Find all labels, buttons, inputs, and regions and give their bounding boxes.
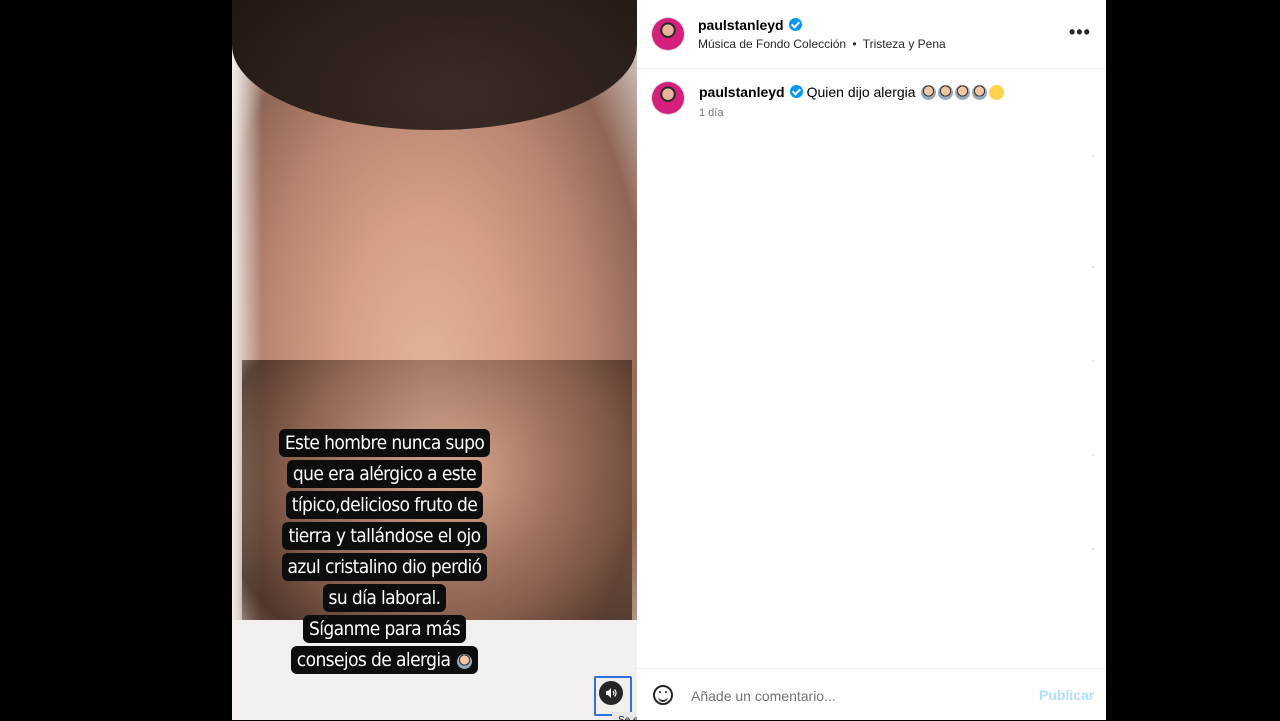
audio-info: Música de Fondo Colección • Tristeza y P… <box>698 37 946 51</box>
caption-line: azul cristalino dio perdió <box>281 553 488 581</box>
person-emoji-icon <box>457 654 473 669</box>
speaker-icon <box>599 681 623 705</box>
scroll-marker <box>1092 454 1094 456</box>
post-timestamp[interactable]: 1 día <box>699 107 723 119</box>
caption-line: que era alérgico a este <box>286 460 483 488</box>
verified-badge-icon <box>788 18 802 31</box>
scroll-marker <box>1092 266 1094 268</box>
person-emoji-icon <box>938 85 954 100</box>
caption-line: típico,delicioso fruto de <box>285 491 484 519</box>
caption-line: su día laboral. <box>322 584 447 612</box>
video-caption-overlay: Este hombre nunca supo que era alérgico … <box>272 428 497 676</box>
author-avatar[interactable] <box>652 18 684 50</box>
comment-username[interactable]: paulstanleyd <box>699 84 785 100</box>
scroll-marker <box>1092 155 1094 157</box>
publish-button[interactable]: Publicar <box>1039 687 1094 703</box>
person-emoji-icon <box>972 85 988 100</box>
video-frame-hair <box>232 0 637 130</box>
comment-body: Quien dijo alergia <box>806 84 916 100</box>
post-caption: paulstanleyd Quien dijo alergia <box>699 84 1005 100</box>
comment-input[interactable] <box>689 683 1023 709</box>
caption-line: Síganme para más <box>302 615 467 643</box>
face-emoji-icon <box>989 85 1005 100</box>
track-link[interactable]: Tristeza y Pena <box>863 37 946 51</box>
scroll-marker <box>1092 548 1094 550</box>
author-username[interactable]: paulstanleyd <box>698 17 784 33</box>
post-sidebar: paulstanleyd Música de Fondo Colección •… <box>637 0 1106 720</box>
audio-link[interactable]: Música de Fondo Colección <box>698 37 846 51</box>
more-options-icon[interactable]: ••• <box>1069 22 1091 43</box>
caption-line-with-emoji: consejos de alergia <box>290 646 479 674</box>
caption-line: Este hombre nunca supo <box>278 429 491 457</box>
caption-line: tierra y tallándose el ojo <box>282 522 487 550</box>
comment-author-avatar[interactable] <box>652 82 684 114</box>
comment-composer: Publicar <box>637 668 1106 721</box>
scroll-marker <box>1092 360 1094 362</box>
person-emoji-icon <box>921 85 937 100</box>
post-header: paulstanleyd Música de Fondo Colección •… <box>637 0 1106 69</box>
author-username-row: paulstanleyd <box>698 17 802 33</box>
emoji-picker-icon[interactable] <box>653 685 673 705</box>
person-emoji-icon <box>955 85 971 100</box>
verified-badge-icon <box>789 85 803 98</box>
separator-dot: • <box>852 37 857 51</box>
caption-line: consejos de alergia <box>296 649 451 671</box>
audio-toggle-button[interactable] <box>594 676 632 716</box>
